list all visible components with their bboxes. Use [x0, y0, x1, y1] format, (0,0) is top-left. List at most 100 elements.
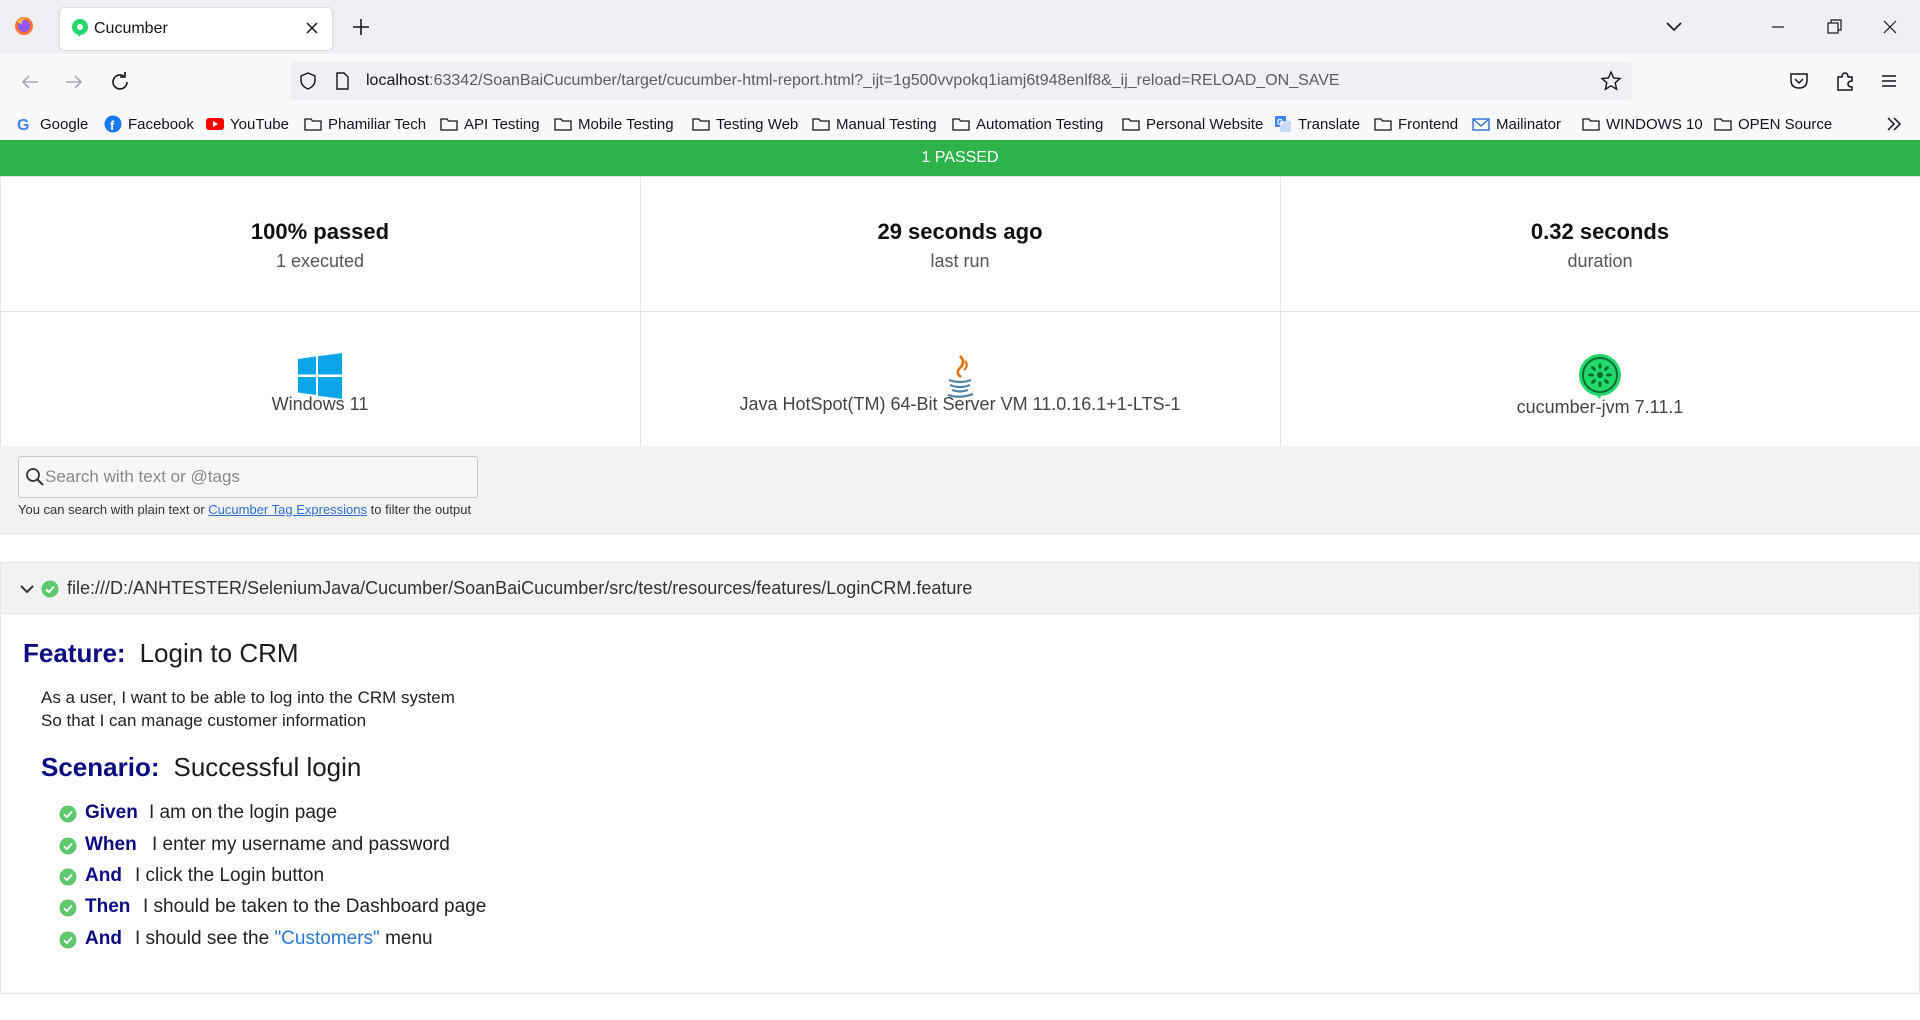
- scenario-keyword: Scenario:: [41, 752, 160, 782]
- menu-hamburger-icon[interactable]: [1876, 68, 1902, 94]
- bookmark-label: Personal Website: [1146, 115, 1264, 133]
- bookmark-folder-windows-10[interactable]: WINDOWS 10: [1582, 112, 1703, 136]
- bookmark-label: Manual Testing: [836, 115, 937, 133]
- cucumber-favicon-icon: [72, 19, 88, 37]
- feature-body: Feature: Login to CRM As a user, I want t…: [0, 614, 1920, 994]
- stat-label: last run: [930, 250, 990, 271]
- env-label: Windows 11: [271, 393, 369, 414]
- bookmark-label: Facebook: [128, 115, 194, 133]
- url-path: :63342/SoanBaiCucumber/target/cucumber-h…: [429, 72, 1340, 89]
- stat-value: 100% passed: [250, 218, 390, 244]
- search-section: You can search with plain text or Cucumb…: [0, 446, 1920, 534]
- close-window-icon[interactable]: [1878, 16, 1902, 38]
- bookmarks-toolbar: G Google f Facebook YouTube Phamiliar Te…: [0, 108, 1920, 140]
- bookmark-folder-phamiliar-tech[interactable]: Phamiliar Tech: [304, 112, 426, 136]
- reload-icon[interactable]: [108, 70, 132, 94]
- bookmark-folder-open-source[interactable]: OPEN Source: [1714, 112, 1832, 136]
- bookmark-folder-testing-web[interactable]: Testing Web: [692, 112, 798, 136]
- feature-name: Login to CRM: [139, 638, 299, 668]
- folder-icon: [1122, 118, 1140, 131]
- folder-icon: [1582, 118, 1600, 131]
- step-keyword: When: [85, 834, 137, 855]
- svg-text:G: G: [1277, 118, 1283, 127]
- stat-value: 0.32 seconds: [1530, 218, 1670, 244]
- bookmark-folder-automation-testing[interactable]: Automation Testing: [952, 112, 1103, 136]
- close-tab-icon[interactable]: [302, 18, 322, 38]
- feature-description: As a user, I want to be able to log into…: [41, 686, 455, 732]
- tracking-shield-icon[interactable]: [298, 71, 318, 91]
- env-label: Java HotSpot(TM) 64-Bit Server VM 11.0.1…: [739, 393, 1181, 414]
- feature-title: Feature: Login to CRM: [23, 638, 299, 669]
- bookmark-youtube[interactable]: YouTube: [206, 112, 289, 136]
- search-help-after: to filter the output: [367, 502, 472, 517]
- bookmark-label: API Testing: [464, 115, 540, 133]
- passed-check-icon: [59, 868, 77, 886]
- folder-icon: [812, 118, 830, 131]
- java-icon: [947, 354, 974, 398]
- tag-expressions-link[interactable]: Cucumber Tag Expressions: [208, 502, 367, 517]
- mail-icon: [1472, 118, 1490, 131]
- bookmark-folder-mobile-testing[interactable]: Mobile Testing: [554, 112, 674, 136]
- folder-icon: [952, 118, 970, 131]
- step-keyword: And: [85, 928, 122, 949]
- bookmark-star-icon[interactable]: [1600, 70, 1622, 92]
- bookmark-folder-frontend[interactable]: Frontend: [1374, 112, 1458, 136]
- bookmark-folder-personal-website[interactable]: Personal Website: [1122, 112, 1263, 136]
- step-text: I click the Login button: [135, 865, 325, 886]
- tab-list-chevron-icon[interactable]: [1662, 16, 1686, 38]
- step-keyword: Then: [85, 896, 131, 917]
- search-input[interactable]: [45, 457, 475, 497]
- new-tab-icon[interactable]: [350, 16, 372, 38]
- passed-check-icon: [59, 837, 77, 855]
- scenario-name: Successful login: [173, 752, 362, 782]
- bookmark-translate[interactable]: G Translate: [1274, 112, 1360, 136]
- bookmark-label: YouTube: [230, 115, 289, 133]
- bookmark-folder-api-testing[interactable]: API Testing: [440, 112, 540, 136]
- step-keyword: Given: [85, 802, 138, 823]
- firefox-icon[interactable]: [14, 16, 34, 36]
- bookmark-label: Frontend: [1398, 115, 1459, 133]
- extensions-icon[interactable]: [1832, 68, 1858, 94]
- summary-grid: 100% passed 1 executed 29 seconds ago la…: [0, 175, 1920, 447]
- search-icon: [26, 468, 44, 486]
- bookmark-label: Mobile Testing: [578, 115, 674, 133]
- search-help-before: You can search with plain text or: [18, 502, 209, 517]
- pocket-icon[interactable]: [1786, 68, 1812, 94]
- feature-accordion-header[interactable]: file:///D:/ANHTESTER/SeleniumJava/Cucumb…: [0, 562, 1920, 614]
- chevron-down-icon[interactable]: [17, 579, 37, 599]
- stat-duration: 0.32 seconds duration: [1279, 175, 1920, 312]
- bookmark-facebook[interactable]: f Facebook: [104, 112, 194, 136]
- bookmark-mailinator[interactable]: Mailinator: [1472, 112, 1561, 136]
- step-text: I am on the login page: [149, 802, 338, 823]
- url-text[interactable]: localhost:63342/SoanBaiCucumber/target/c…: [366, 72, 1340, 90]
- step-text: I should see the "Customers" menu: [135, 928, 433, 950]
- google-icon: G: [17, 117, 29, 133]
- more-bookmarks-chevron-icon[interactable]: [1884, 114, 1904, 134]
- description-line: As a user, I want to be able to log into…: [41, 688, 455, 707]
- bookmark-label: Phamiliar Tech: [328, 115, 427, 133]
- step-text-before: I should see the: [135, 928, 275, 949]
- step-text-after: menu: [379, 928, 433, 949]
- search-box[interactable]: [18, 456, 478, 498]
- bookmark-google[interactable]: G Google: [16, 112, 88, 136]
- browser-tab-cucumber[interactable]: Cucumber: [60, 8, 332, 50]
- folder-icon: [1374, 118, 1392, 131]
- forward-arrow-icon[interactable]: [62, 70, 86, 94]
- windows-icon: [298, 352, 342, 399]
- step-text: I should be taken to the Dashboard page: [143, 896, 487, 917]
- browser-tab-bar: Cucumber: [0, 0, 1920, 54]
- address-bar[interactable]: localhost:63342/SoanBaiCucumber/target/c…: [290, 62, 1632, 100]
- passed-check-icon: [59, 805, 77, 823]
- tab-title: Cucumber: [94, 20, 168, 37]
- restore-window-icon[interactable]: [1822, 16, 1846, 38]
- bookmark-folder-manual-testing[interactable]: Manual Testing: [812, 112, 937, 136]
- bookmark-label: Mailinator: [1496, 115, 1562, 133]
- cucumber-icon: [1578, 353, 1621, 399]
- env-java: Java HotSpot(TM) 64-Bit Server VM 11.0.1…: [639, 310, 1281, 447]
- feature-keyword: Feature:: [23, 638, 126, 668]
- page-info-icon[interactable]: [332, 71, 352, 91]
- minimize-window-icon[interactable]: [1766, 16, 1790, 38]
- passed-check-icon: [59, 899, 77, 917]
- browser-nav-bar: localhost:63342/SoanBaiCucumber/target/c…: [0, 54, 1920, 108]
- back-arrow-icon[interactable]: [18, 70, 42, 94]
